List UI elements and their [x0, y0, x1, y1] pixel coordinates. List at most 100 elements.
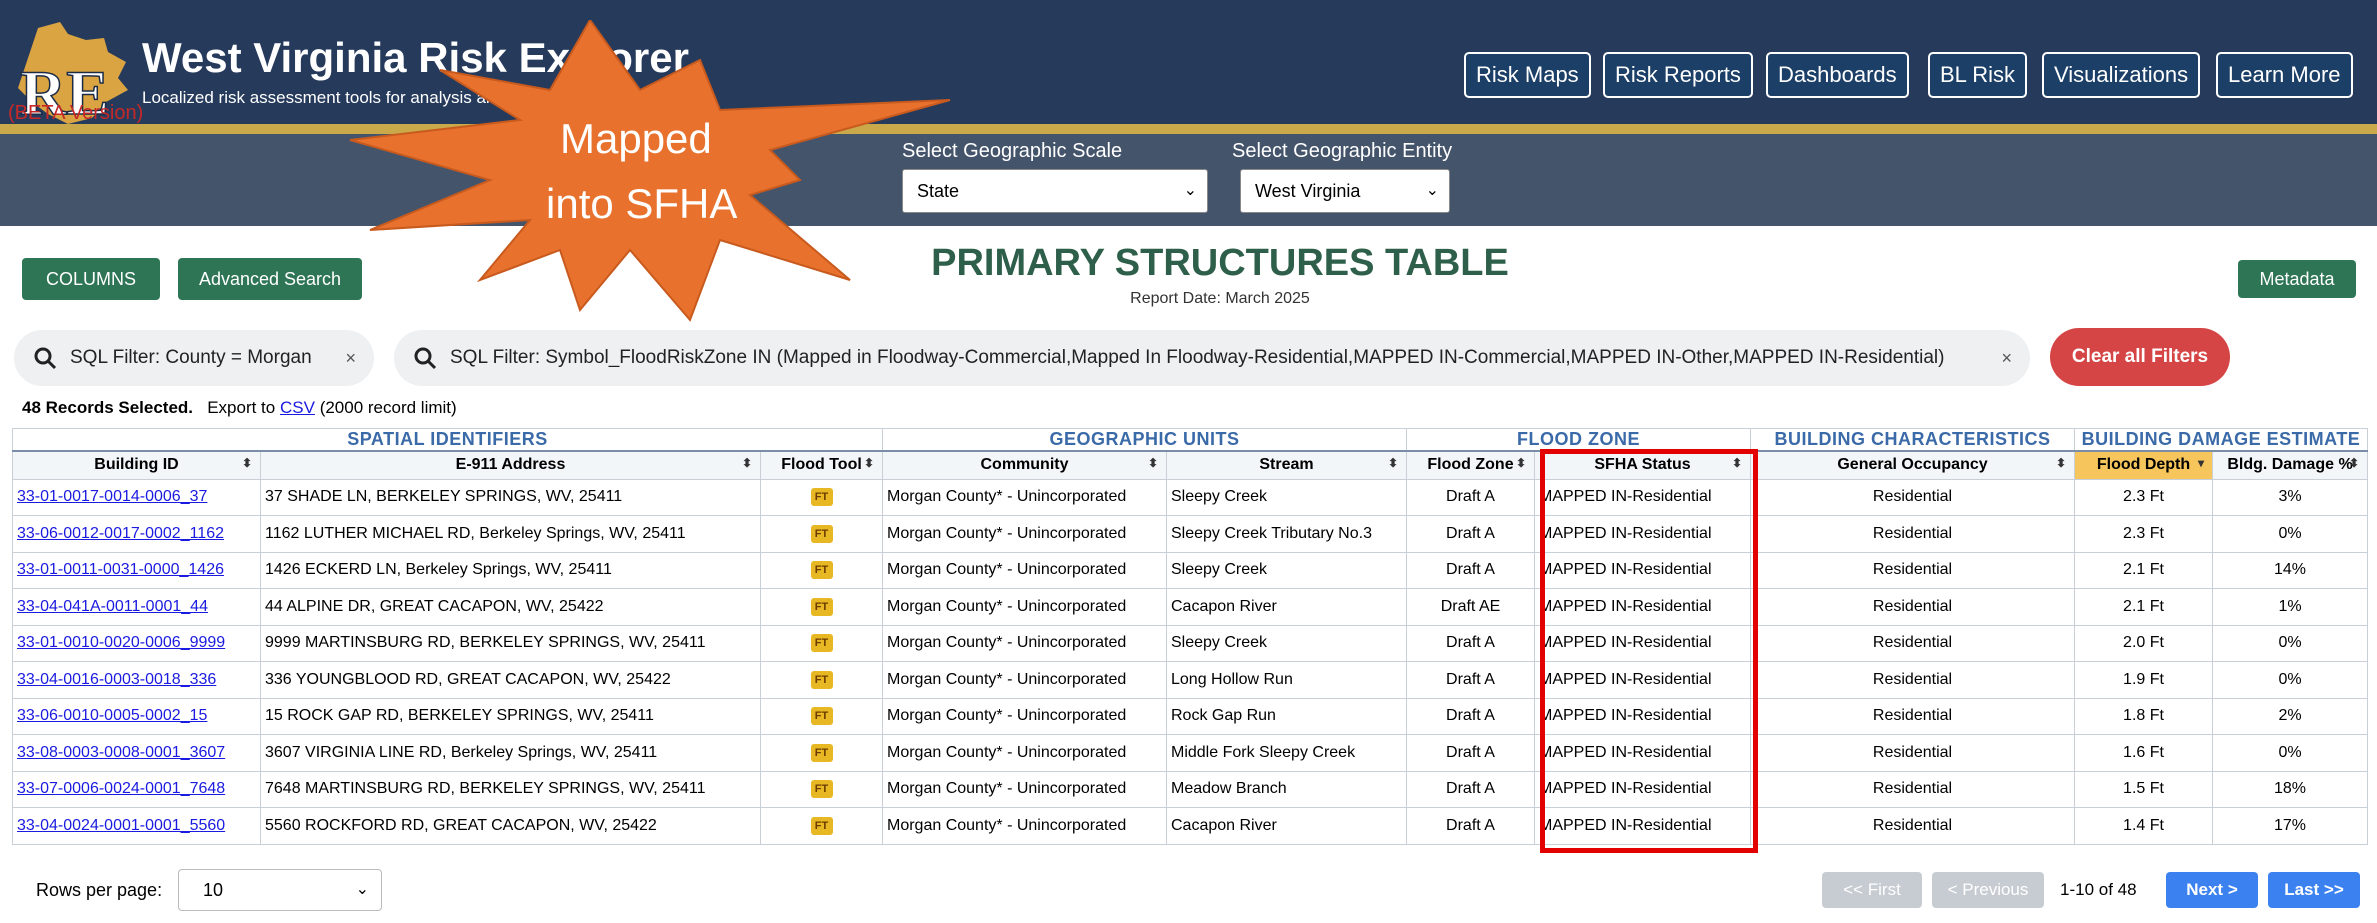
nav-visualizations[interactable]: Visualizations	[2042, 52, 2201, 98]
nav-learn-more[interactable]: Learn More	[2216, 52, 2353, 98]
building-id-link[interactable]: 33-01-0017-0014-0006_37	[17, 488, 207, 505]
column-header-community[interactable]: Community ⬍	[882, 450, 1167, 480]
flood-tool-icon[interactable]: FT	[810, 743, 833, 762]
building-id-link[interactable]: 33-07-0006-0024-0001_7648	[17, 780, 225, 797]
column-header-flood-depth[interactable]: Flood Depth ▾	[2074, 450, 2213, 480]
last-page-button[interactable]: Last >>	[2268, 872, 2360, 908]
nav-risk-maps[interactable]: Risk Maps	[1464, 52, 1591, 98]
flood-tool-icon[interactable]: FT	[810, 561, 833, 580]
entity-select-value: West Virginia	[1255, 181, 1361, 201]
flood-tool-icon[interactable]: FT	[810, 488, 833, 507]
cell-general-occupancy: Residential	[1750, 588, 2075, 626]
column-header-general-occupancy[interactable]: General Occupancy ⬍	[1750, 450, 2075, 480]
cell-flood-zone: Draft A	[1406, 770, 1535, 808]
sort-icon[interactable]: ⬍	[1388, 456, 1398, 470]
nav-risk-reports[interactable]: Risk Reports	[1603, 52, 1753, 98]
entity-label: Select Geographic Entity	[1232, 140, 1453, 162]
cell-flood-tool[interactable]: FT	[760, 807, 883, 845]
flood-tool-icon[interactable]: FT	[810, 634, 833, 653]
sort-icon[interactable]: ⬍	[242, 456, 252, 470]
column-header-address[interactable]: E-911 Address ⬍	[260, 450, 761, 480]
cell-building-id[interactable]: 33-04-0016-0003-0018_336	[12, 661, 261, 699]
building-id-link[interactable]: 33-04-0024-0001-0001_5560	[17, 817, 225, 834]
flood-tool-icon[interactable]: FT	[810, 707, 833, 726]
cell-value: 336 YOUNGBLOOD RD, GREAT CACAPON, WV, 25…	[265, 670, 671, 688]
cell-address: 336 YOUNGBLOOD RD, GREAT CACAPON, WV, 25…	[260, 661, 761, 699]
cell-building-id[interactable]: 33-01-0017-0014-0006_37	[12, 478, 261, 516]
cell-flood-tool[interactable]: FT	[760, 661, 883, 699]
building-id-link[interactable]: 33-04-041A-0011-0001_44	[17, 598, 208, 615]
cell-building-id[interactable]: 33-01-0011-0031-0000_1426	[12, 551, 261, 589]
cell-building-id[interactable]: 33-08-0003-0008-0001_3607	[12, 734, 261, 772]
cell-flood-tool[interactable]: FT	[760, 478, 883, 516]
cell-flood-tool[interactable]: FT	[760, 515, 883, 553]
cell-value: 0%	[2278, 524, 2302, 542]
cell-building-id[interactable]: 33-07-0006-0024-0001_7648	[12, 770, 261, 808]
metadata-button[interactable]: Metadata	[2238, 260, 2356, 298]
entity-select[interactable]: West Virginia ⌄	[1240, 169, 1450, 213]
building-id-link[interactable]: 33-01-0010-0020-0006_9999	[17, 634, 225, 651]
sort-descending-icon[interactable]: ▾	[2198, 456, 2204, 470]
close-icon[interactable]: ×	[2001, 330, 2012, 386]
next-page-button[interactable]: Next >	[2166, 872, 2258, 908]
cell-flood-tool[interactable]: FT	[760, 734, 883, 772]
cell-flood-depth: 2.3 Ft	[2074, 515, 2213, 553]
building-id-link[interactable]: 33-01-0011-0031-0000_1426	[17, 561, 224, 578]
sort-icon[interactable]: ⬍	[2056, 456, 2066, 470]
building-id-link[interactable]: 33-08-0003-0008-0001_3607	[17, 744, 225, 761]
group-building-characteristics: BUILDING CHARACTERISTICS	[1750, 428, 2075, 452]
flood-tool-icon[interactable]: FT	[810, 780, 833, 799]
cell-value: Cacapon River	[1171, 597, 1277, 615]
column-header-building-id[interactable]: Building ID ⬍	[12, 450, 261, 480]
previous-page-button[interactable]: < Previous	[1932, 872, 2044, 908]
cell-flood-tool[interactable]: FT	[760, 588, 883, 626]
cell-flood-depth: 1.4 Ft	[2074, 807, 2213, 845]
cell-flood-depth: 1.8 Ft	[2074, 697, 2213, 735]
cell-value: 2.3 Ft	[2123, 488, 2164, 506]
cell-value: Residential	[1872, 743, 1953, 761]
chevron-down-icon: ⌄	[1183, 182, 1197, 199]
cell-building-id[interactable]: 33-06-0012-0017-0002_1162	[12, 515, 261, 553]
column-header-bldg-damage[interactable]: Bldg. Damage % ⬍	[2212, 450, 2368, 480]
cell-flood-zone: Draft A	[1406, 807, 1535, 845]
cell-building-id[interactable]: 33-01-0010-0020-0006_9999	[12, 624, 261, 662]
building-id-link[interactable]: 33-04-0016-0003-0018_336	[17, 671, 216, 688]
first-page-button[interactable]: << First	[1822, 872, 1922, 908]
sort-icon[interactable]: ⬍	[1516, 456, 1526, 470]
flood-tool-icon[interactable]: FT	[810, 524, 833, 543]
cell-flood-tool[interactable]: FT	[760, 624, 883, 662]
cell-value: Sleepy Creek	[1171, 561, 1268, 579]
cell-building-id[interactable]: 33-04-0024-0001-0001_5560	[12, 807, 261, 845]
building-id-link[interactable]: 33-06-0012-0017-0002_1162	[17, 525, 224, 542]
nav-dashboards[interactable]: Dashboards	[1766, 52, 1909, 98]
filter-chip-flood-zone[interactable]: SQL Filter: Symbol_FloodRiskZone IN (Map…	[394, 330, 2030, 386]
cell-flood-tool[interactable]: FT	[760, 697, 883, 735]
nav-bl-risk[interactable]: BL Risk	[1928, 52, 2027, 98]
cell-building-id[interactable]: 33-04-041A-0011-0001_44	[12, 588, 261, 626]
rows-per-page-select[interactable]: 10 ⌄	[178, 869, 382, 911]
column-header-flood-tool[interactable]: Flood Tool ⬍	[760, 450, 883, 480]
advanced-search-button[interactable]: Advanced Search	[178, 258, 362, 300]
cell-flood-tool[interactable]: FT	[760, 551, 883, 589]
filter-chip-county[interactable]: SQL Filter: County = Morgan ×	[14, 330, 374, 386]
cell-value: Morgan County* - Unincorporated	[887, 524, 1127, 542]
column-header-stream[interactable]: Stream ⬍	[1166, 450, 1407, 480]
close-icon[interactable]: ×	[345, 330, 356, 386]
column-header-flood-zone[interactable]: Flood Zone ⬍	[1406, 450, 1535, 480]
cell-building-id[interactable]: 33-06-0010-0005-0002_15	[12, 697, 261, 735]
clear-all-filters-button[interactable]: Clear all Filters	[2050, 328, 2230, 386]
group-geographic-units: GEOGRAPHIC UNITS	[882, 428, 1407, 452]
flood-tool-icon[interactable]: FT	[810, 597, 833, 616]
cell-flood-tool[interactable]: FT	[760, 770, 883, 808]
sort-icon[interactable]: ⬍	[864, 456, 874, 470]
flood-tool-icon[interactable]: FT	[810, 816, 833, 835]
sort-icon[interactable]: ⬍	[742, 456, 752, 470]
sort-icon[interactable]: ⬍	[2349, 456, 2359, 470]
columns-button[interactable]: COLUMNS	[22, 258, 160, 300]
building-id-link[interactable]: 33-06-0010-0005-0002_15	[17, 707, 207, 724]
sort-icon[interactable]: ⬍	[1148, 456, 1158, 470]
flood-tool-icon[interactable]: FT	[810, 670, 833, 689]
filter-chip-flood-zone-label: SQL Filter: Symbol_FloodRiskZone IN (Map…	[450, 347, 1945, 368]
export-csv-link[interactable]: CSV	[280, 398, 315, 417]
cell-community: Morgan County* - Unincorporated	[882, 624, 1167, 662]
